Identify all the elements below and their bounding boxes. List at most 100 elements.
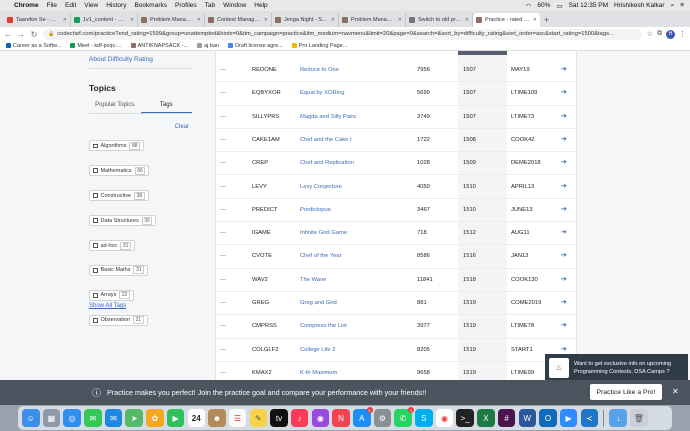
close-tab-icon[interactable]: ✕ (398, 17, 402, 23)
problem-name-link[interactable]: The Wave (300, 269, 326, 291)
bookmark-star-icon[interactable]: ☆ (647, 30, 653, 38)
table-row[interactable]: — CVOTE Chef of the Year 8586 1516 JAN13 ➔ (216, 245, 578, 269)
clock[interactable]: Sat 12:35 PM (569, 2, 608, 9)
problem-name-link[interactable]: Compress the List (300, 315, 347, 337)
problem-name-link[interactable]: Levy Conjecture (300, 176, 342, 198)
vscode-icon[interactable]: ≺ (580, 409, 599, 427)
zoom-icon[interactable]: ▶ (559, 409, 578, 427)
forward-icon[interactable]: → (17, 30, 25, 39)
reminders-icon[interactable]: ☰ (228, 409, 247, 427)
menu-bookmarks[interactable]: Bookmarks (134, 2, 167, 9)
appstore-icon[interactable]: A5 (353, 407, 373, 427)
arrow-right-icon[interactable]: ➔ (561, 129, 567, 151)
user-name[interactable]: Hrishikesh Kalkar (614, 2, 665, 9)
bookmark-item[interactable]: Meet - kdf-pcqc-... (70, 43, 122, 49)
finder-icon[interactable]: ☺ (22, 409, 40, 427)
problem-name-link[interactable]: K-th Maximum (300, 362, 337, 380)
menu-edit[interactable]: Edit (65, 2, 76, 9)
tag-chip[interactable]: Constructive 38 (89, 190, 149, 202)
browser-tab[interactable]: Problem Management✕ (138, 13, 205, 27)
problem-name-link[interactable]: Reduce to One (300, 59, 339, 81)
tag-chip[interactable]: Observation 21 (89, 314, 148, 326)
skype-icon[interactable]: S (415, 409, 433, 427)
browser-tab[interactable]: Switch to old practice✕ (406, 13, 473, 27)
difficulty-column-header[interactable] (458, 51, 507, 55)
promo-popup[interactable]: ♨ Want to get exclusive info on upcoming… (545, 354, 688, 381)
problem-name-link[interactable]: Infinite Grid Game (300, 222, 347, 244)
bookmark-item[interactable]: Career as a Softw... (6, 43, 61, 49)
tag-checkbox[interactable] (93, 193, 98, 198)
problem-name-link[interactable]: Chef of the Year (300, 245, 342, 267)
arrow-right-icon[interactable]: ➔ (561, 176, 567, 198)
settings-icon[interactable]: ⚙ (373, 409, 392, 427)
table-row[interactable]: — EQBYXOR Equal by XORing 5699 1507 LTIME109 ➔ (216, 82, 578, 106)
tab-tags[interactable]: Tags (140, 102, 192, 113)
tag-checkbox[interactable] (93, 318, 98, 323)
wifi-icon[interactable]: ◠ (526, 2, 532, 10)
whatsapp-icon[interactable]: ✆ 3 (394, 407, 414, 427)
news-icon[interactable]: N (332, 409, 350, 427)
menu-history[interactable]: History (106, 2, 126, 9)
close-tab-icon[interactable]: ✕ (533, 17, 537, 23)
browser-tab[interactable]: Taarefon Se - Dear Zind✕ (4, 13, 71, 27)
bookmark-item[interactable]: aj ban (197, 43, 219, 49)
problem-name-link[interactable]: Equal by XORing (300, 82, 344, 104)
browser-tab[interactable]: Problem Management✕ (339, 13, 406, 27)
arrow-right-icon[interactable]: ➔ (561, 315, 567, 337)
menu-tab[interactable]: Tab (205, 2, 215, 9)
table-row[interactable]: — COLGLF2 College Life 2 8205 1519 START1 ➔ (216, 339, 578, 362)
browser-tab-active[interactable]: Practice - rated | Codec✕ (473, 13, 540, 27)
slack-icon[interactable]: # (497, 409, 516, 427)
tag-chip[interactable]: Data Structures 36 (89, 215, 157, 227)
arrow-right-icon[interactable]: ➔ (561, 222, 567, 244)
menu-file[interactable]: File (47, 2, 57, 9)
tag-checkbox[interactable] (93, 143, 98, 148)
menu-help[interactable]: Help (254, 2, 267, 9)
problem-name-link[interactable]: Chef and Replication (300, 152, 354, 174)
arrow-right-icon[interactable]: ➔ (561, 292, 567, 314)
table-row[interactable]: —KMAX2K-th Maximum96581519LTIME99➔ (216, 362, 578, 380)
facetime-icon[interactable]: ▶ (166, 409, 185, 427)
tag-checkbox[interactable] (93, 268, 98, 273)
maps-icon[interactable]: ➤ (125, 409, 143, 427)
tag-chip[interactable]: Arrays 22 (89, 289, 134, 301)
close-banner-icon[interactable]: ✕ (672, 387, 679, 396)
photos-icon[interactable]: ✿ (146, 409, 164, 427)
search-icon[interactable]: ⌕ (671, 2, 675, 10)
arrow-right-icon[interactable]: ➔ (561, 152, 567, 174)
chrome-icon[interactable]: ◉ (435, 409, 454, 427)
extensions-icon[interactable]: ⧉ (657, 30, 662, 38)
table-row[interactable]: — REDONE Reduce to One 7956 1507 MAY19 ➔ (216, 59, 578, 83)
lock-icon[interactable]: 🔒 (48, 31, 54, 37)
notes-icon[interactable]: ✎ (249, 409, 268, 427)
tag-chip[interactable]: Algorithms 88 (89, 140, 145, 152)
about-difficulty-link[interactable]: About Difficulty Rating (89, 56, 153, 63)
problem-name-link[interactable]: Greg and Grid (300, 292, 337, 314)
tag-checkbox[interactable] (93, 218, 98, 223)
appletv-icon[interactable]: tv (270, 409, 288, 427)
close-tab-icon[interactable]: ✕ (331, 17, 335, 23)
problem-name-link[interactable]: Magda and Silly Pairs (300, 106, 356, 128)
arrow-right-icon[interactable]: ➔ (561, 245, 567, 267)
table-row[interactable]: — SILLYPRS Magda and Silly Pairs 3749 1507 LT… (216, 106, 578, 129)
browser-tab[interactable]: 1v1_content - Google S✕ (71, 13, 138, 27)
battery-percent[interactable]: 60% (537, 2, 550, 9)
arrow-right-icon[interactable]: ➔ (561, 269, 567, 291)
word-icon[interactable]: W (518, 409, 536, 427)
menu-profiles[interactable]: Profiles (175, 2, 197, 9)
arrow-right-icon[interactable]: ➔ (561, 199, 567, 221)
tab-popular-topics[interactable]: Popular Topics (89, 102, 141, 113)
menu-chrome[interactable]: Chrome (14, 2, 39, 9)
browser-tab[interactable]: Jenga Night - Submit✕ (272, 13, 339, 27)
clear-tags-link[interactable]: Clear (175, 124, 189, 130)
menu-window[interactable]: Window (223, 2, 246, 9)
tag-checkbox[interactable] (93, 293, 98, 298)
outlook-icon[interactable]: O (539, 409, 557, 427)
table-row[interactable]: — PREDICT Predictopus 3467 1510 JUNE13 ➔ (216, 199, 578, 223)
show-all-tags-link[interactable]: Show All Tags (89, 303, 126, 309)
bookmark-item[interactable]: Draft license agre... (228, 43, 283, 49)
table-row[interactable]: — LEVY Levy Conjecture 4050 1510 APRIL13 ➔ (216, 176, 578, 199)
close-tab-icon[interactable]: ✕ (465, 17, 469, 23)
problem-name-link[interactable]: College Life 2 (300, 339, 335, 361)
battery-icon[interactable]: ▭ (556, 2, 562, 10)
